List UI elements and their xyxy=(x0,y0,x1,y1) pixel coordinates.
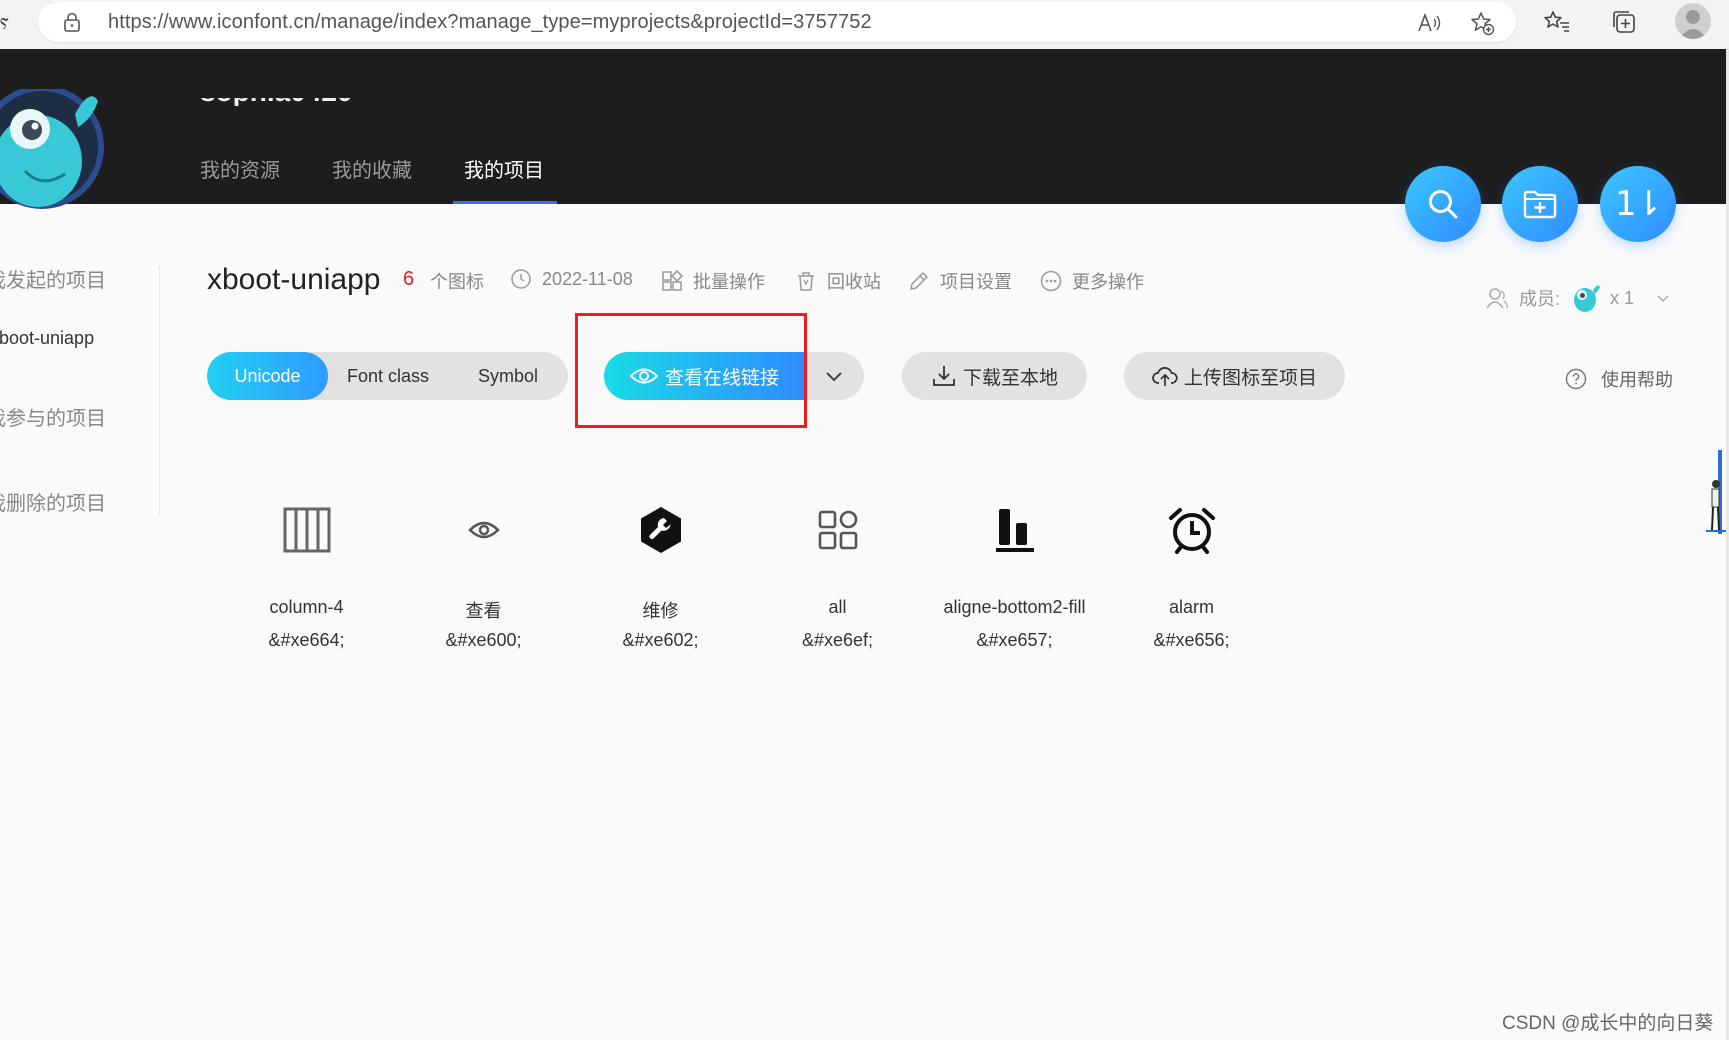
mode-unicode-tab[interactable]: Unicode xyxy=(207,352,328,400)
nav-my-favorites[interactable]: 我的收藏 xyxy=(332,154,412,204)
recycle-bin-label: 回收站 xyxy=(827,272,881,292)
mode-symbol-tab[interactable]: Symbol xyxy=(448,352,568,400)
members-info[interactable]: 成员: x 1 xyxy=(1485,282,1680,314)
icon-card-alarm[interactable]: alarm &#xe656; xyxy=(1103,490,1280,670)
help-question-icon xyxy=(1565,368,1587,390)
favorite-add-icon[interactable] xyxy=(1469,10,1495,36)
username: sophia0420 xyxy=(200,98,370,106)
nav-my-projects[interactable]: 我的项目 xyxy=(453,154,557,204)
csdn-watermark: CSDN @成长中的向日葵 xyxy=(1502,1013,1714,1034)
dropdown-chevron-icon[interactable] xyxy=(822,364,846,388)
more-operations-label: 更多操作 xyxy=(1072,272,1144,292)
icon-name: 维修 xyxy=(642,601,679,621)
icon-code: &#xe602; xyxy=(622,630,699,650)
sort-button[interactable]: 1⇂ xyxy=(1600,166,1676,242)
alarm-clock-icon xyxy=(1168,508,1215,554)
batch-grid-icon xyxy=(662,270,683,291)
column-4-icon xyxy=(283,507,330,553)
icon-card-repair[interactable]: 维修 &#xe602; xyxy=(572,490,749,670)
icon-name: 查看 xyxy=(465,601,502,621)
batch-operation-label: 批量操作 xyxy=(693,272,765,292)
icon-card-all[interactable]: all &#xe6ef; xyxy=(749,490,926,670)
read-aloud-icon[interactable] xyxy=(1416,10,1442,36)
help-link[interactable]: 使用帮助 xyxy=(1565,366,1673,392)
search-icon xyxy=(1429,190,1458,219)
icon-count-label-text: 个图标 xyxy=(430,272,484,292)
recycle-bin-button[interactable]: 回收站 xyxy=(795,268,881,294)
help-label: 使用帮助 xyxy=(1601,370,1673,390)
icon-name: all xyxy=(828,597,847,617)
icon-name: column-4 xyxy=(269,597,344,617)
cloud-upload-icon xyxy=(1152,367,1178,386)
upload-icons-label: 上传图标至项目 xyxy=(1183,367,1317,389)
download-local-label: 下载至本地 xyxy=(962,367,1058,389)
profile-person-icon xyxy=(1679,10,1707,39)
icon-card-column-4[interactable]: column-4 &#xe664; xyxy=(218,490,395,670)
more-operations-button[interactable]: 更多操作 xyxy=(1040,268,1144,294)
icon-count-number: 6 xyxy=(403,268,415,290)
lock-icon xyxy=(64,12,80,32)
back-arrow-icon[interactable]: ⲋ xyxy=(0,8,9,34)
icon-code: &#xe664; xyxy=(268,630,345,650)
icon-name: alarm xyxy=(1168,597,1214,617)
eye-icon xyxy=(467,521,500,539)
main-nav: 我的资源 我的收藏 我的项目 xyxy=(200,154,596,204)
sidebar-item-deleted-projects[interactable]: 我删除的项目 xyxy=(0,487,106,516)
nav-my-resources[interactable]: 我的资源 xyxy=(200,154,280,204)
batch-operation-button[interactable]: 批量操作 xyxy=(661,268,765,294)
project-date-text: 2022-11-08 xyxy=(542,268,633,289)
project-settings-label: 项目设置 xyxy=(940,272,1012,292)
clock-icon xyxy=(511,269,531,289)
upload-icons-button[interactable]: 上传图标至项目 xyxy=(1124,352,1345,400)
mascot-avatar-icon[interactable] xyxy=(0,89,105,214)
members-label: 成员: xyxy=(1519,289,1561,309)
align-bottom-icon xyxy=(995,509,1034,552)
icon-name: aligne-bottom2-fill xyxy=(943,597,1086,617)
sidebar-item-joined-projects[interactable]: 我参与的项目 xyxy=(0,402,106,431)
favorites-icon[interactable] xyxy=(1543,8,1571,36)
icon-card-align-bottom[interactable]: aligne-bottom2-fill &#xe657; xyxy=(926,490,1103,670)
browser-toolbar: ⲋ https://www.iconfont.cn/manage/index?m… xyxy=(0,0,1729,49)
project-title: xboot-uniapp xyxy=(207,263,381,296)
icon-card-view[interactable]: 查看 &#xe600; xyxy=(395,490,572,670)
icon-code: &#xe657; xyxy=(976,630,1053,650)
download-local-button[interactable]: 下载至本地 xyxy=(902,352,1087,400)
member-user-icon xyxy=(1486,288,1508,309)
sidebar-item-created-projects[interactable]: 我发起的项目 xyxy=(0,264,106,293)
mode-fontclass-tab[interactable]: Font class xyxy=(328,352,448,400)
more-dots-icon xyxy=(1040,270,1062,292)
download-icon xyxy=(933,366,955,386)
icon-code: &#xe656; xyxy=(1153,630,1230,650)
collections-icon[interactable] xyxy=(1610,8,1638,36)
grid-all-icon xyxy=(818,510,857,550)
project-settings-button[interactable]: 项目设置 xyxy=(908,268,1012,294)
sidebar-item-current-project[interactable]: xboot-uniapp xyxy=(0,328,94,349)
wrench-hexagon-icon xyxy=(640,507,681,553)
edit-pencil-icon xyxy=(910,272,928,290)
icon-code: &#xe600; xyxy=(445,630,522,650)
sidebar-divider xyxy=(159,265,160,515)
folder-add-icon xyxy=(1523,190,1557,219)
members-count: x 1 xyxy=(1610,287,1635,308)
red-highlight-annotation xyxy=(575,313,807,428)
icon-code: &#xe6ef; xyxy=(801,630,874,650)
chevron-down-icon xyxy=(1657,295,1669,303)
profile-avatar[interactable] xyxy=(1675,3,1711,39)
url-text[interactable]: https://www.iconfont.cn/manage/index?man… xyxy=(108,11,872,34)
address-bar[interactable]: https://www.iconfont.cn/manage/index?man… xyxy=(38,2,1516,42)
code-mode-switch: Unicode Font class Symbol xyxy=(207,352,568,400)
side-person-widget-icon[interactable] xyxy=(1706,450,1726,534)
sort-icon: 1⇂ xyxy=(1614,184,1663,224)
icon-count-label: 个图标 xyxy=(430,268,484,294)
search-button[interactable] xyxy=(1405,166,1481,242)
member-avatar-icon xyxy=(1574,285,1601,312)
project-date: 2022-11-08 xyxy=(510,268,633,290)
new-project-button[interactable] xyxy=(1502,166,1578,242)
trash-icon xyxy=(798,272,814,291)
